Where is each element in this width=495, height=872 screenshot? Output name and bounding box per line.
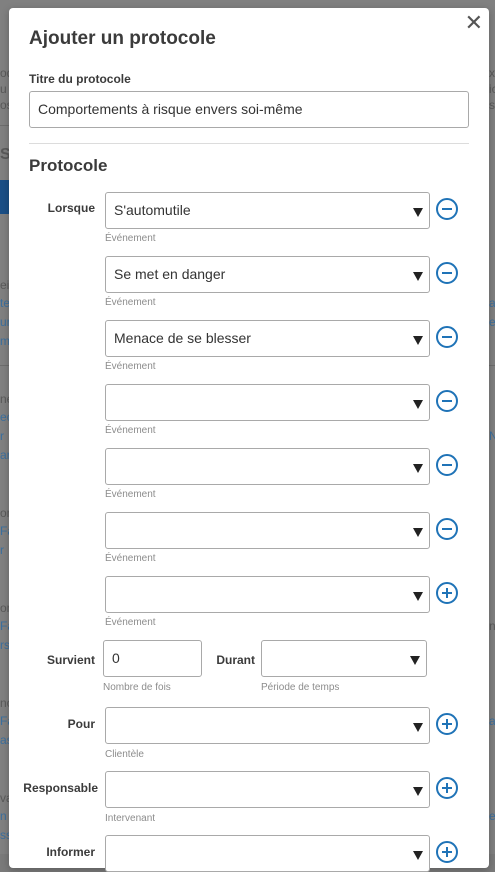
caret-down-icon [413,787,423,796]
bg-link: a [489,714,495,728]
bg-text: u [0,82,7,96]
occurs-label: Survient [46,653,95,667]
caret-down-icon [410,656,420,665]
add-responsible-icon[interactable] [436,777,458,799]
remove-event-icon[interactable] [436,390,458,412]
event-helper: Événement [105,361,156,372]
caret-down-icon [413,528,423,537]
occurs-helper: Nombre de fois [103,682,171,693]
clientele-helper: Clientèle [105,749,144,760]
event-select[interactable] [105,384,430,421]
bg-text: ic [489,82,495,96]
background-nav-bar [0,180,9,214]
during-label: Durant [216,653,255,667]
during-helper: Période de temps [261,682,340,693]
responsible-helper: Intervenant [105,813,156,824]
event-select[interactable]: Se met en danger [105,256,430,293]
caret-down-icon [413,851,423,860]
remove-event-icon[interactable] [436,262,458,284]
inform-label: Informer [46,845,95,859]
caret-down-icon [413,400,423,409]
during-select[interactable] [261,640,427,677]
event-select-value: Se met en danger [114,266,226,282]
caret-down-icon [413,723,423,732]
caret-down-icon [413,272,423,281]
caret-down-icon [413,592,423,601]
background-divider [0,365,9,366]
clientele-select[interactable] [105,707,430,744]
responsible-select[interactable] [105,771,430,808]
remove-event-icon[interactable] [436,454,458,476]
event-select[interactable]: S'automutile [105,192,430,229]
add-clientele-icon[interactable] [436,713,458,735]
protocol-title-input[interactable]: Comportements à risque envers soi-même [29,91,469,128]
section-divider [29,143,469,144]
responsible-label: Responsable [23,781,98,795]
event-helper: Événement [105,489,156,500]
bg-link: e [489,315,495,329]
caret-down-icon [413,208,423,217]
add-event-icon[interactable] [436,582,458,604]
event-helper: Événement [105,297,156,308]
remove-event-icon[interactable] [436,326,458,348]
for-label: Pour [67,717,95,731]
modal-title: Ajouter un protocole [29,28,216,49]
bg-link: e [489,809,495,823]
add-inform-icon[interactable] [436,841,458,863]
bg-link: n [0,809,7,823]
bg-link: N [489,429,495,443]
when-label: Lorsque [47,201,95,215]
bg-text: ei [0,278,10,292]
background-divider [0,125,9,126]
event-select[interactable]: Menace de se blesser [105,320,430,357]
close-icon[interactable]: ✕ [465,12,483,34]
bg-text: s. [489,98,495,112]
bg-link: r [0,429,4,443]
event-helper: Événement [105,617,156,628]
remove-event-icon[interactable] [436,518,458,540]
bg-text: nt [489,619,495,633]
event-select[interactable] [105,512,430,549]
event-helper: Événement [105,233,156,244]
add-protocol-modal: ✕ Ajouter un protocole Titre du protocol… [9,8,489,872]
background-divider [489,365,495,366]
bg-link: a [489,296,495,310]
event-select[interactable] [105,448,430,485]
event-select-value: Menace de se blesser [114,330,251,346]
event-helper: Événement [105,425,156,436]
event-select-value: S'automutile [114,202,191,218]
caret-down-icon [413,336,423,345]
bg-text: xt [489,66,495,80]
section-title-protocole: Protocole [29,156,108,175]
caret-down-icon [413,464,423,473]
bg-link: r [0,543,4,557]
event-select[interactable] [105,576,430,613]
remove-event-icon[interactable] [436,198,458,220]
protocol-title-label: Titre du protocole [29,72,131,86]
occurs-count-input[interactable]: 0 [103,640,202,677]
event-helper: Événement [105,553,156,564]
